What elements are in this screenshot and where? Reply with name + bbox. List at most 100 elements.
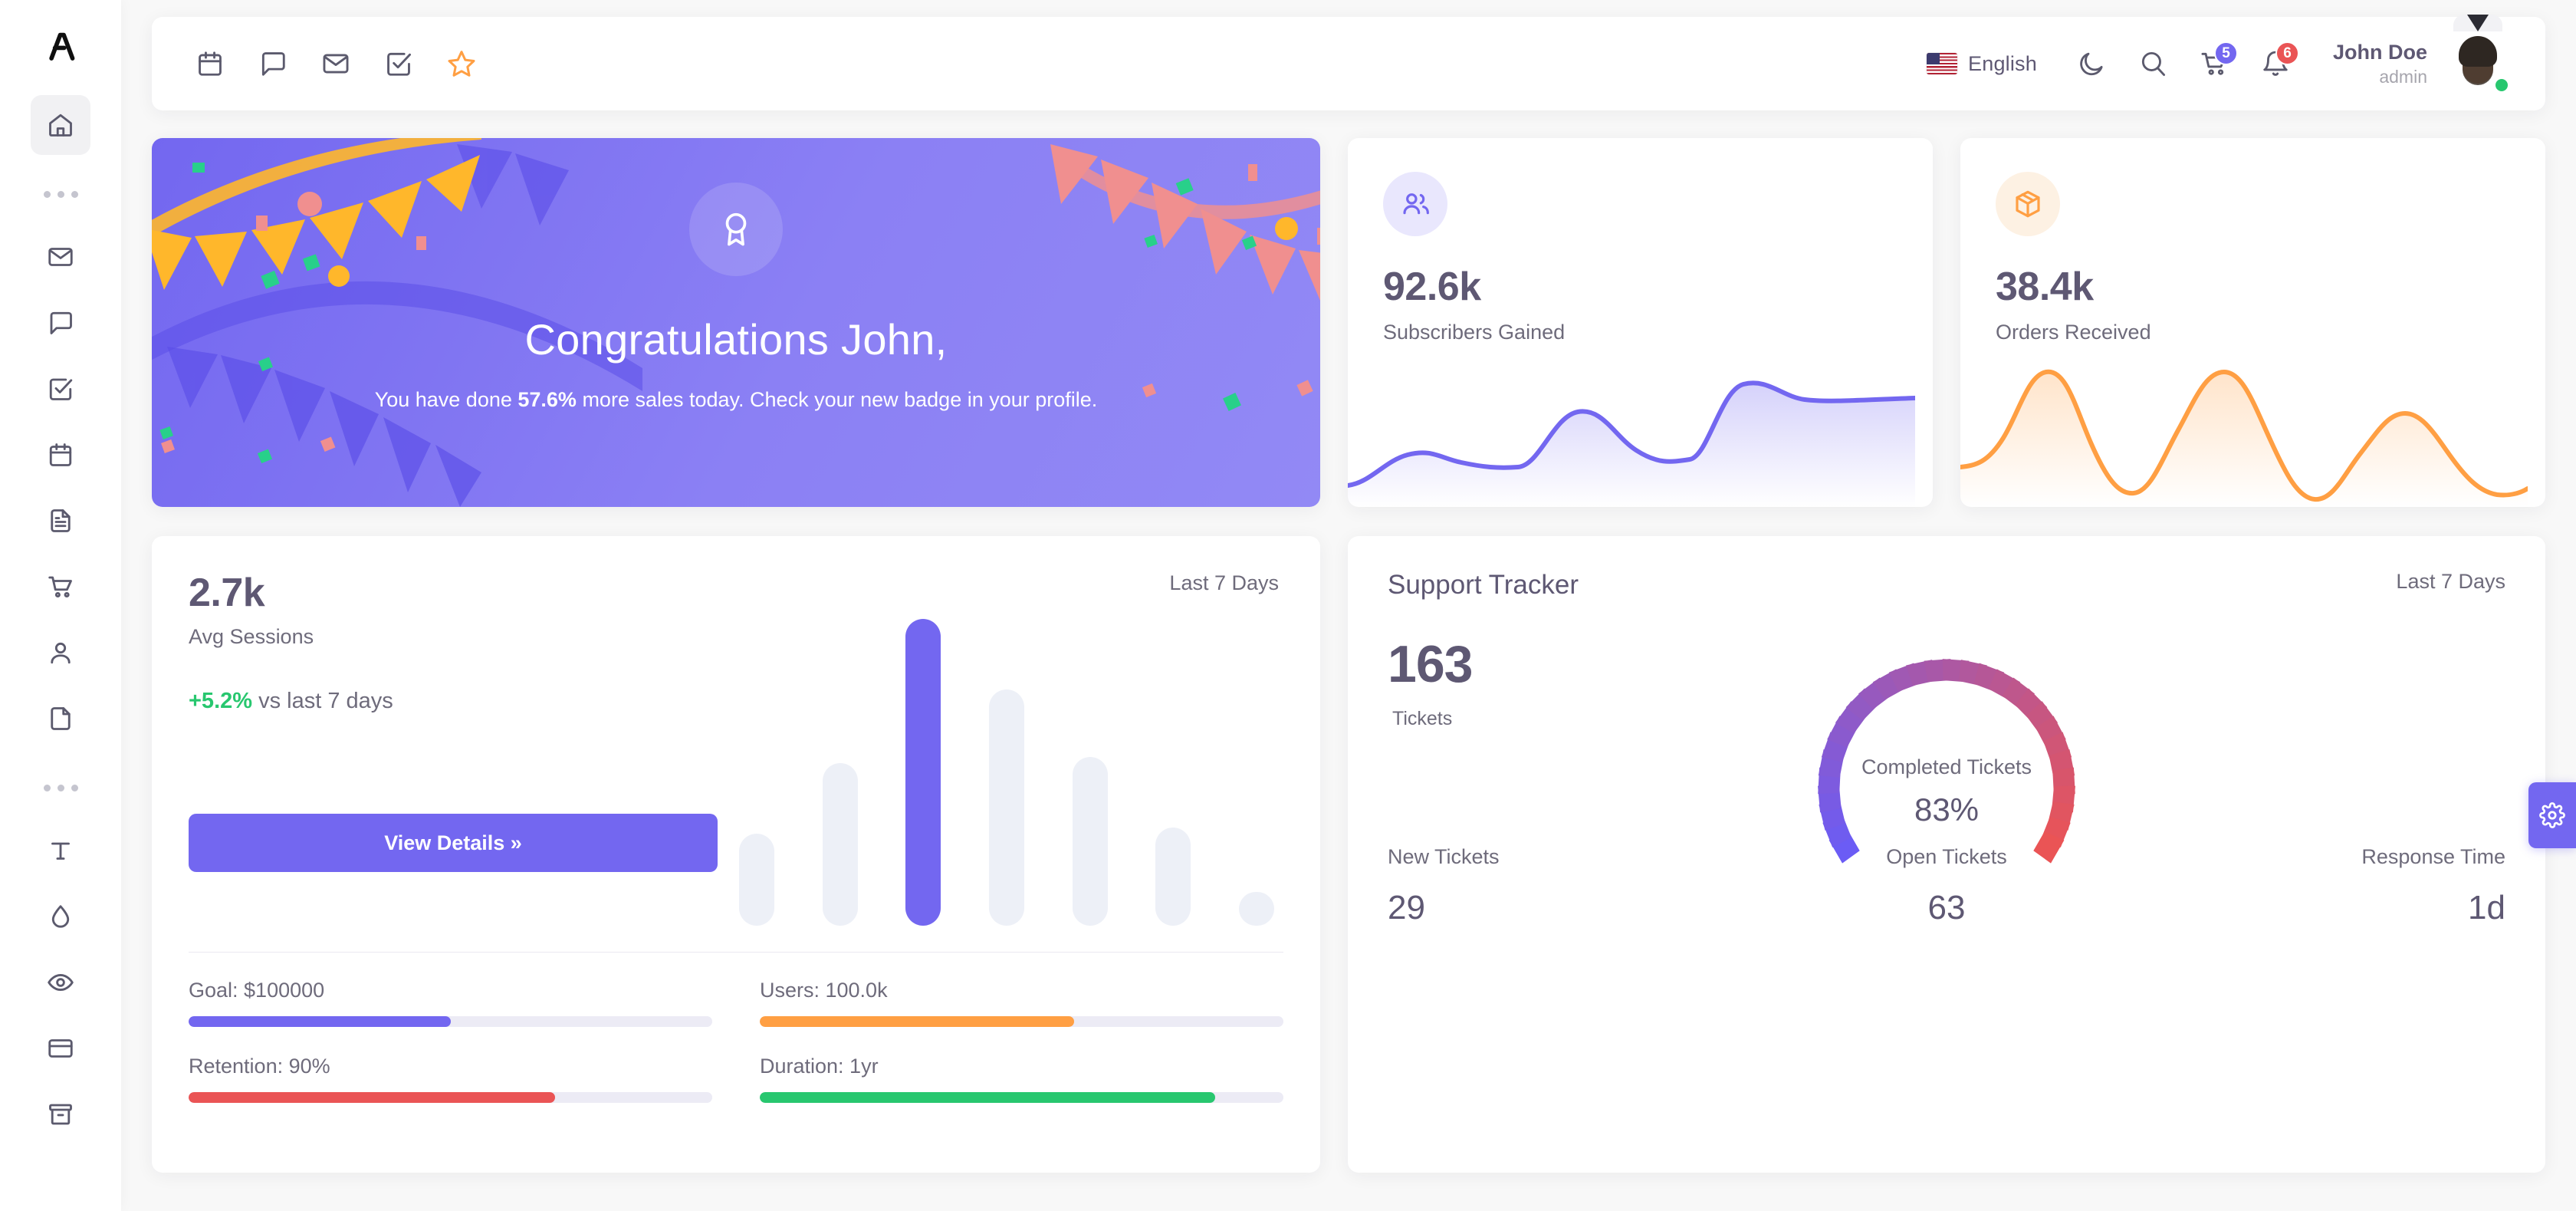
progress-label-retention: Retention: 90% (189, 1055, 330, 1078)
congratulations-card: Congratulations John, You have done 57.6… (152, 138, 1320, 507)
brand-logo[interactable] (33, 20, 88, 75)
cart-button[interactable]: 5 (2190, 40, 2238, 87)
support-header: Support Tracker Last 7 Days (1388, 570, 2505, 601)
navbar-chat-button[interactable] (253, 44, 293, 84)
navbar-todo-button[interactable] (379, 44, 419, 84)
sidebar-item-typography[interactable] (31, 821, 90, 880)
bar-6[interactable] (1155, 828, 1191, 926)
sessions-summary: 2.7k Avg Sessions +5.2% vs last 7 days V… (189, 570, 725, 926)
sidebar-item-todo[interactable] (31, 359, 90, 419)
progress-label-users: Users: 100.0k (760, 979, 888, 1002)
language-selector[interactable]: English (1927, 52, 2037, 76)
congratulations-subtitle: You have done 57.6% more sales today. Ch… (375, 384, 1098, 416)
sidebar-item-chat[interactable] (31, 293, 90, 353)
sidebar-item-email[interactable] (31, 227, 90, 287)
sessions-value: 2.7k (189, 571, 265, 615)
dark-mode-toggle[interactable] (2068, 40, 2115, 87)
sidebar-item-pages[interactable] (31, 689, 90, 749)
view-details-button[interactable]: View Details » (189, 814, 718, 872)
sidebar-item-components[interactable] (31, 1084, 90, 1144)
navbar-bookmark-button[interactable] (442, 44, 481, 84)
sidebar-item-colors[interactable] (31, 887, 90, 946)
sidebar-item-icons[interactable] (31, 953, 90, 1012)
users-icon (1403, 193, 1429, 215)
tickets-value: 163 (1388, 635, 1473, 693)
home-icon (49, 114, 72, 137)
sidebar-item-user[interactable] (31, 623, 90, 683)
sidebar-item-cards[interactable] (31, 1018, 90, 1078)
new-tickets-label: New Tickets (1388, 845, 1500, 868)
navbar-tools (190, 44, 481, 84)
user-role: admin (2379, 66, 2427, 87)
bar-5[interactable] (1072, 757, 1108, 926)
chat-bubble-icon (50, 311, 72, 334)
sessions-bar-chart (725, 619, 1283, 926)
theme-customizer-button[interactable] (2528, 782, 2576, 848)
sessions-delta-text: vs last 7 days (252, 689, 393, 713)
bar-3[interactable] (905, 619, 941, 926)
sidebar-item-home[interactable] (31, 95, 90, 155)
main-content: English 5 6 John Doe admin Congratulatio… (121, 0, 2576, 1211)
avg-sessions-card: 2.7k Avg Sessions +5.2% vs last 7 days V… (152, 536, 1320, 1173)
progress-label-duration: Duration: 1yr (760, 1055, 879, 1078)
sidebar-item-calendar[interactable] (31, 425, 90, 485)
search-button[interactable] (2129, 40, 2177, 87)
tickets-label: Tickets (1392, 708, 1453, 729)
shopping-cart-icon (48, 576, 72, 598)
progress-item-users: Users: 100.0k (760, 979, 1283, 1027)
progress-fill-duration (760, 1092, 1216, 1103)
search-icon (2141, 51, 2165, 76)
progress-fill-goal (189, 1016, 451, 1027)
dashboard-row-1: Congratulations John, You have done 57.6… (152, 138, 2545, 507)
progress-fill-users (760, 1016, 1074, 1027)
orders-value: 38.4k (1996, 265, 2094, 309)
subscribers-icon-badge (1383, 172, 1447, 236)
progress-item-duration: Duration: 1yr (760, 1055, 1283, 1103)
navbar-email-button[interactable] (316, 44, 356, 84)
moon-icon (2080, 52, 2103, 76)
sessions-top: 2.7k Avg Sessions +5.2% vs last 7 days V… (189, 570, 1283, 926)
orders-icon-badge (1996, 172, 2060, 236)
bar-7[interactable] (1238, 892, 1274, 926)
congratulations-title: Congratulations John, (524, 315, 948, 364)
calendar-icon (49, 443, 72, 466)
ellipsis-icon (43, 190, 51, 198)
response-time-label: Response Time (2361, 845, 2505, 868)
sidebar-item-ecommerce[interactable] (31, 557, 90, 617)
type-icon (51, 842, 70, 860)
mail-icon (323, 54, 349, 74)
bar-4[interactable] (988, 689, 1024, 926)
ellipsis-icon (43, 784, 51, 791)
stat-response-time: Response Time 1d (2133, 845, 2505, 927)
user-meta: John Doe admin (2333, 40, 2427, 88)
congrats-sales-percent: 57.6% (518, 388, 577, 411)
gauge-percent: 83% (1914, 791, 1980, 828)
bar-2[interactable] (822, 763, 858, 926)
notifications-button[interactable]: 6 (2252, 40, 2299, 87)
support-tracker-title: Support Tracker (1388, 570, 1579, 600)
award-icon (725, 212, 747, 246)
navbar-calendar-button[interactable] (190, 44, 230, 84)
archive-icon (49, 1104, 72, 1125)
progress-item-goal: Goal: $100000 (189, 979, 712, 1027)
orders-label: Orders Received (1996, 321, 2151, 344)
progress-item-retention: Retention: 90% (189, 1055, 712, 1103)
stat-new-tickets: New Tickets 29 (1388, 845, 1760, 927)
droplet-icon (51, 905, 70, 928)
tickets-summary: 163 Tickets (1388, 634, 1473, 730)
avatar[interactable] (2446, 15, 2510, 96)
sidebar-item-invoice[interactable] (31, 491, 90, 551)
calendar-icon (199, 51, 222, 76)
chat-bubble-icon (261, 52, 285, 76)
mail-icon (48, 248, 73, 266)
user-menu[interactable]: John Doe admin (2333, 15, 2510, 96)
gauge-center-text: Completed Tickets 83% (1786, 755, 2108, 828)
progress-track-retention (189, 1092, 712, 1103)
eye-icon (48, 973, 74, 992)
language-label: English (1968, 51, 2037, 75)
us-flag-icon (1927, 53, 1958, 74)
progress-track-goal (189, 1016, 712, 1027)
sidebar-divider-dots (43, 161, 78, 227)
new-tickets-value: 29 (1388, 889, 1425, 926)
bar-1[interactable] (739, 834, 774, 926)
